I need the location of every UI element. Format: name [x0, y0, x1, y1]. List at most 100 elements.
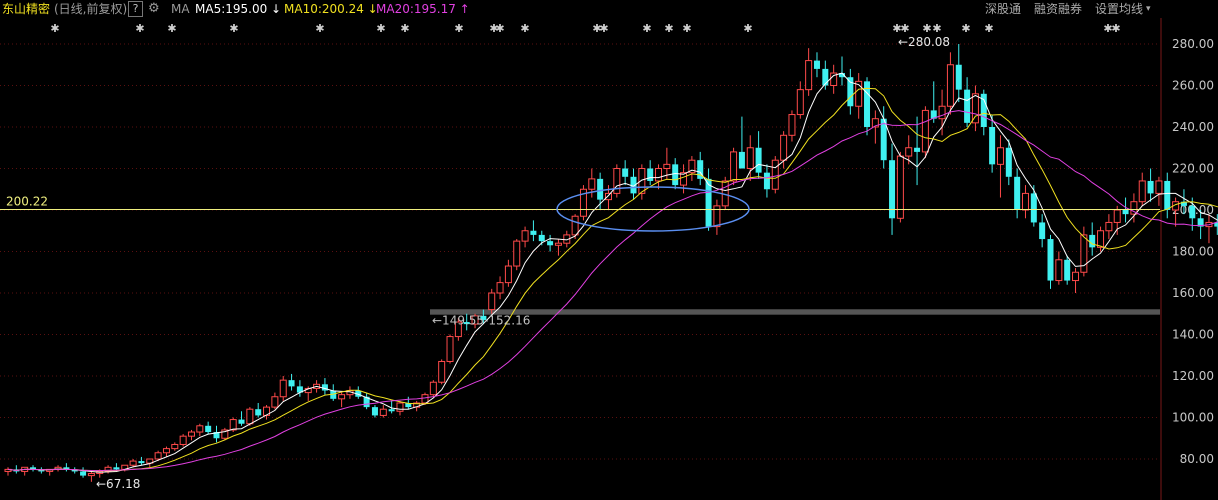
event-marker: ✱ [664, 22, 673, 35]
candle-body [429, 381, 437, 396]
candle-body [205, 425, 212, 433]
candle-body [1097, 230, 1105, 248]
event-marker: ✱ [520, 22, 529, 35]
candle-body [604, 192, 612, 201]
candle-body [730, 151, 738, 182]
candle-body [1113, 209, 1121, 223]
candle-body [554, 242, 562, 246]
event-marker: ✱ [642, 22, 651, 35]
candle-body [1122, 210, 1129, 215]
event-marker: ✱ [376, 22, 385, 35]
candle-body [655, 168, 663, 182]
reference-line-label: 200.22 [6, 195, 48, 209]
event-marker: ✱ [922, 22, 931, 35]
candle-body [571, 215, 579, 236]
event-marker: ✱ [961, 22, 970, 35]
candle-body [663, 163, 671, 170]
y-tick-label: 100.00 [1172, 411, 1214, 425]
candle-body [813, 60, 820, 69]
candle-body [496, 282, 504, 294]
candle-body [1147, 180, 1154, 194]
y-tick-label: 160.00 [1172, 286, 1214, 300]
candle-body [896, 155, 904, 219]
candle-body [946, 64, 954, 107]
candle-body [1064, 259, 1071, 281]
candle-body [379, 408, 387, 416]
candle-body [371, 407, 378, 416]
candle-body [80, 471, 87, 476]
candle-body [488, 292, 496, 311]
y-tick-label: 80.00 [1180, 452, 1214, 466]
event-marker: ✱ [682, 22, 691, 35]
candle-body [955, 64, 962, 90]
candle-body [763, 172, 770, 190]
candle-body [513, 240, 521, 267]
candle-body [154, 452, 162, 460]
ma5-line [7, 72, 1218, 473]
candle-body [672, 164, 679, 186]
candle-body [1055, 259, 1063, 282]
min-price-label: ←67.18 [96, 477, 140, 491]
event-marker: ✱ [400, 22, 409, 35]
candle-body [271, 396, 279, 408]
candle-body [638, 168, 646, 194]
candle-body [279, 379, 287, 398]
candle-body [1005, 147, 1012, 177]
candle-body [588, 178, 596, 190]
candle-body [964, 89, 971, 123]
candle-body [905, 147, 913, 157]
candle-body [1164, 180, 1171, 210]
y-tick-label: 220.00 [1172, 162, 1214, 176]
candle-body [171, 443, 179, 450]
candle-body [1072, 271, 1080, 282]
candle-body [246, 408, 254, 425]
y-tick-label: 120.00 [1172, 369, 1214, 383]
candle-body [613, 168, 621, 194]
event-marker: ✱ [135, 22, 144, 35]
candle-body [1089, 234, 1096, 248]
y-tick-label: 260.00 [1172, 79, 1214, 93]
candle-body [914, 147, 921, 152]
candle-body [179, 435, 187, 445]
candle-body [1021, 192, 1029, 211]
y-tick-label: 280.00 [1172, 37, 1214, 51]
candle-body [788, 114, 796, 136]
event-marker: ✱ [599, 22, 608, 35]
candle-body [780, 134, 788, 161]
candle-body [538, 234, 545, 242]
candle-body [746, 147, 754, 169]
candle-body [388, 409, 395, 412]
event-marker: ✱ [315, 22, 324, 35]
candle-body [162, 448, 170, 454]
event-marker: ✱ [167, 22, 176, 35]
event-marker: ✱ [50, 22, 59, 35]
event-marker: ✱ [743, 22, 752, 35]
candle-body [647, 168, 654, 181]
candle-body [238, 419, 245, 424]
event-marker: ✱ [900, 22, 909, 35]
candle-body [530, 230, 537, 235]
candlestick-chart[interactable]: 280.00260.00240.00220.00200.00180.00160.… [0, 0, 1218, 500]
y-tick-label: 240.00 [1172, 120, 1214, 134]
candle-body [504, 265, 512, 284]
candle-body [229, 419, 237, 431]
candle-body [796, 89, 804, 116]
candle-body [713, 205, 721, 228]
candle-body [1014, 176, 1021, 210]
ma20-line [7, 110, 1218, 472]
candle-body [1138, 180, 1146, 203]
candle-body [113, 467, 120, 470]
candle-body [1047, 239, 1054, 281]
candle-body [438, 360, 446, 383]
candle-body [771, 159, 779, 190]
candle-body [1030, 193, 1037, 223]
max-price-label: ←280.08 [898, 35, 950, 49]
candle-body [1155, 180, 1163, 194]
event-marker: ✱ [229, 22, 238, 35]
candle-body [1189, 205, 1196, 219]
candle-body [805, 60, 813, 91]
gap-zone-label: ←149.55-152.16 [432, 314, 530, 328]
candle-body [921, 109, 929, 153]
candle-body [521, 230, 529, 242]
candle-body [738, 151, 745, 169]
